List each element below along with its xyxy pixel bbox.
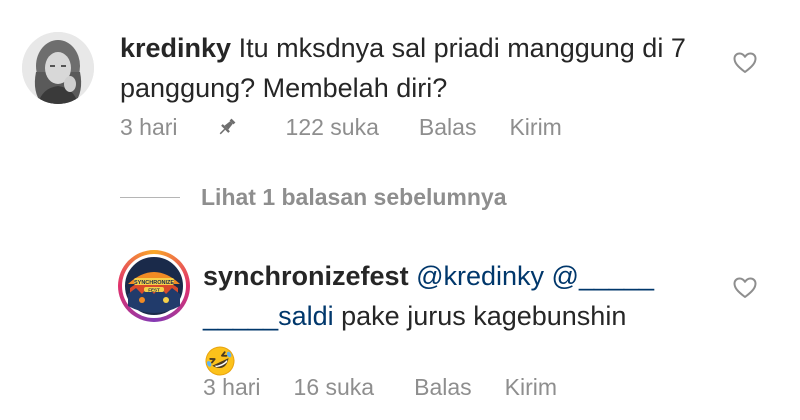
- reply-meta: 3 hari 16 suka Balas Kirim: [203, 372, 557, 402]
- comment-time: 3 hari: [120, 113, 178, 140]
- like-count[interactable]: 122 suka: [286, 114, 379, 141]
- comment-meta: 3 hari 122 suka Balas Kirim: [120, 112, 562, 142]
- reply-text: pake jurus kagebunshin: [341, 301, 627, 331]
- avatar-photo: [22, 32, 94, 104]
- reply-button[interactable]: Balas: [419, 114, 477, 141]
- comment-body: kredinky Itu mksdnya sal priadi manggung…: [120, 28, 700, 108]
- avatar-synchronizefest[interactable]: SYNCHRONIZE FEST: [122, 254, 186, 318]
- reply-button[interactable]: Balas: [414, 374, 472, 401]
- svg-text:SYNCHRONIZE: SYNCHRONIZE: [134, 280, 174, 286]
- heart-outline-icon[interactable]: [733, 276, 757, 300]
- avatar-story-ring[interactable]: SYNCHRONIZE FEST: [118, 250, 190, 322]
- reply-body: synchronizefest @kredinky @_____ _____sa…: [203, 256, 703, 378]
- comments-screen: kredinky Itu mksdnya sal priadi manggung…: [0, 0, 800, 420]
- mention-link[interactable]: @kredinky: [416, 261, 544, 291]
- reply-time: 3 hari: [203, 373, 261, 400]
- synchronize-fest-logo: SYNCHRONIZE FEST: [123, 255, 185, 317]
- send-button[interactable]: Kirim: [509, 114, 561, 141]
- reply-username[interactable]: synchronizefest: [203, 261, 409, 291]
- like-count[interactable]: 16 suka: [294, 374, 375, 401]
- view-replies-label[interactable]: Lihat 1 balasan sebelumnya: [201, 184, 507, 211]
- avatar-kredinky[interactable]: [22, 32, 94, 104]
- send-button[interactable]: Kirim: [505, 374, 557, 401]
- heart-outline-icon[interactable]: [733, 51, 757, 75]
- comment-username[interactable]: kredinky: [120, 33, 231, 63]
- svg-text:FEST: FEST: [148, 287, 160, 292]
- replies-divider: [120, 196, 180, 198]
- view-previous-replies[interactable]: Lihat 1 balasan sebelumnya: [120, 182, 507, 212]
- pin-icon: [219, 118, 235, 135]
